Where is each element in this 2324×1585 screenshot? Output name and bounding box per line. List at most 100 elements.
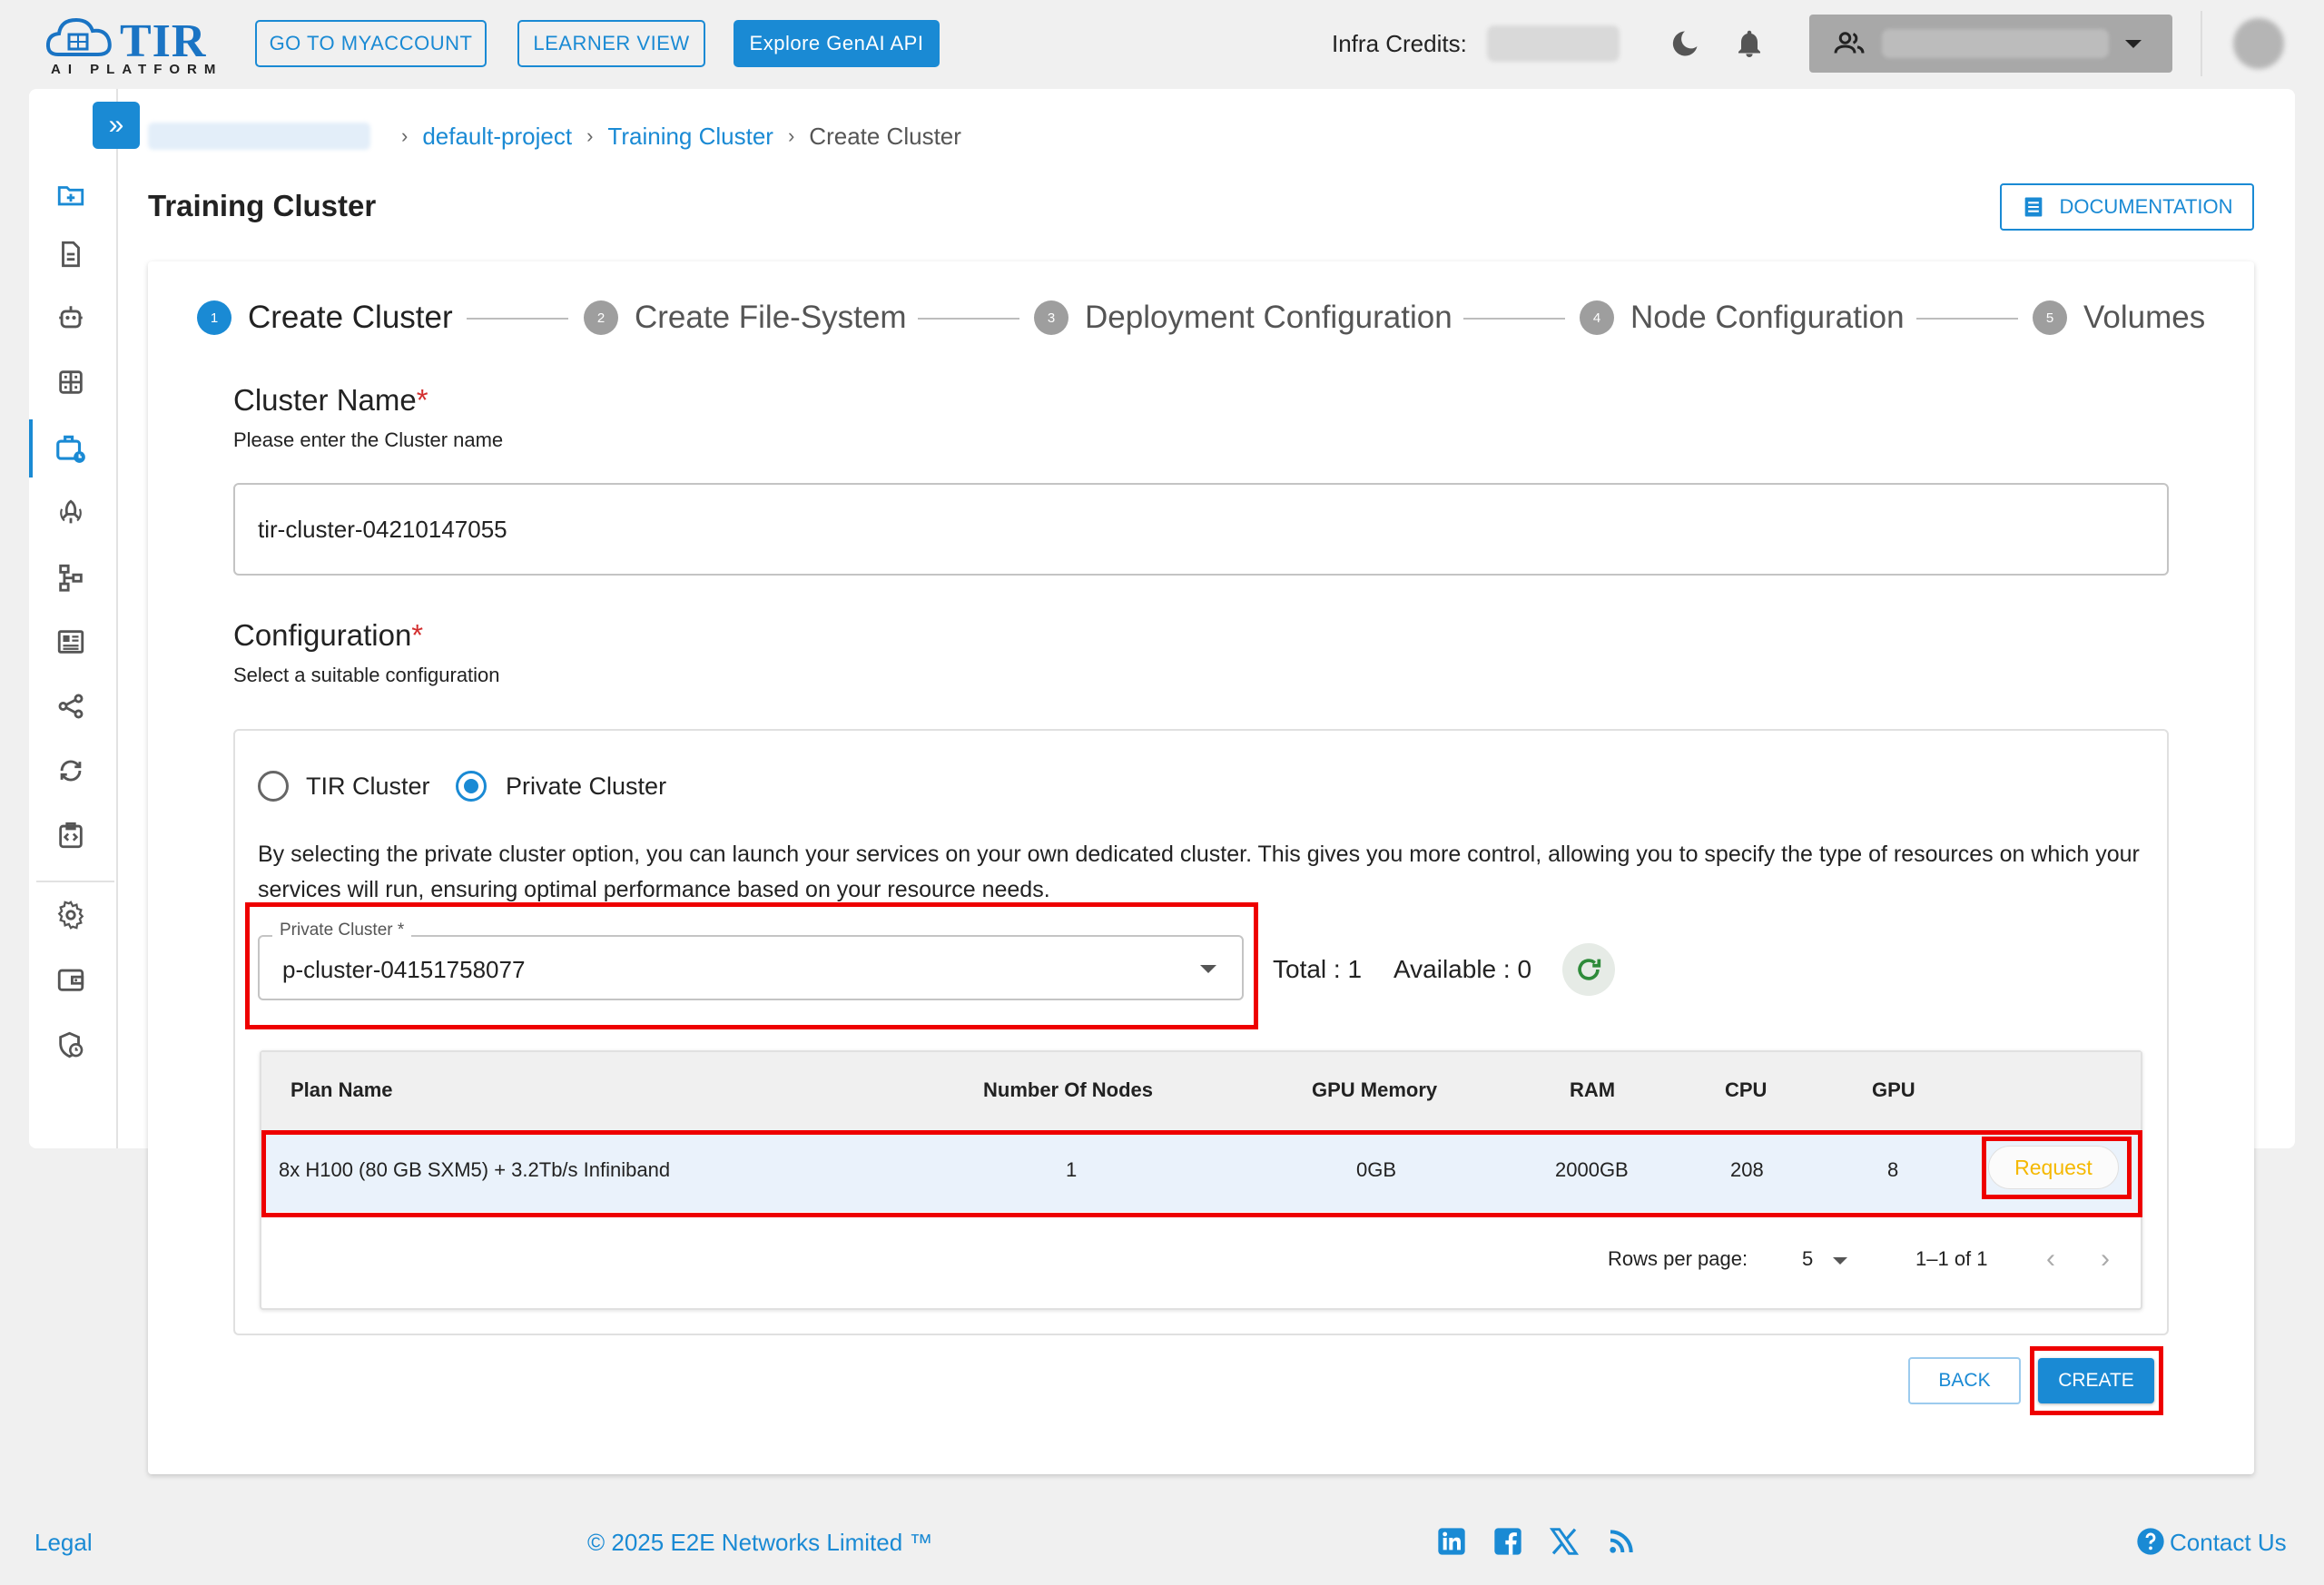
user-menu[interactable] <box>1809 15 2172 73</box>
rows-per-page-select[interactable]: 5 <box>1802 1247 1813 1271</box>
header-divider <box>2201 11 2202 76</box>
code-clipboard-icon[interactable] <box>53 817 89 853</box>
rocket-icon[interactable] <box>53 495 89 531</box>
breadcrumb-default-project[interactable]: default-project <box>422 123 572 151</box>
documentation-label: DOCUMENTATION <box>2059 195 2233 218</box>
hierarchy-icon[interactable] <box>53 559 89 596</box>
document-list-icon <box>2025 197 2043 217</box>
users-icon <box>1834 32 1865 54</box>
robot-icon[interactable] <box>53 300 89 336</box>
wallet-icon[interactable] <box>53 961 89 998</box>
tir-logo[interactable]: TIR AI PLATFORM <box>45 13 218 78</box>
rss-icon[interactable] <box>1607 1527 1636 1556</box>
folder-plus-icon[interactable] <box>53 177 89 213</box>
infra-credits-value <box>1487 25 1620 62</box>
breadcrumb: › default-project › Training Cluster › C… <box>148 122 961 151</box>
moon-icon[interactable] <box>1669 27 1701 60</box>
required-mark: * <box>411 618 424 652</box>
configuration-title: Configuration* <box>233 618 423 653</box>
next-page-icon[interactable]: › <box>2101 1244 2110 1275</box>
document-icon[interactable] <box>53 236 89 272</box>
step-number: 3 <box>1034 300 1068 335</box>
private-cluster-description: By selecting the private cluster option,… <box>258 842 2140 902</box>
step-connector <box>467 318 568 320</box>
breadcrumb-root[interactable] <box>148 123 370 150</box>
help-circle-icon[interactable] <box>2136 1527 2165 1556</box>
tir-cluster-radio[interactable] <box>258 771 289 802</box>
step-node-configuration: 4 Node Configuration <box>1580 296 1905 340</box>
highlight-create-button <box>2030 1346 2163 1415</box>
breadcrumb-training-cluster[interactable]: Training Cluster <box>607 123 773 151</box>
breadcrumb-create-cluster: Create Cluster <box>809 122 961 150</box>
bell-icon[interactable] <box>1733 27 1766 60</box>
column-header-number-of-nodes: Number Of Nodes <box>983 1078 1154 1101</box>
breadcrumb-separator: › <box>401 124 409 147</box>
cluster-icon[interactable] <box>53 430 89 467</box>
cluster-name-input[interactable]: tir-cluster-04210147055 <box>233 483 2169 576</box>
sync-icon[interactable] <box>53 753 89 789</box>
infra-credits-label: Infra Credits: <box>1332 30 1467 57</box>
column-header-cpu: CPU <box>1725 1078 1768 1101</box>
column-header-gpu-memory: GPU Memory <box>1312 1078 1438 1101</box>
pagination-range: 1–1 of 1 <box>1915 1247 1988 1270</box>
dashboard-icon[interactable] <box>53 624 89 660</box>
cluster-name-subtitle: Please enter the Cluster name <box>233 428 504 451</box>
refresh-button[interactable] <box>1562 943 1615 996</box>
documentation-button[interactable]: DOCUMENTATION <box>2000 183 2254 231</box>
column-header-plan-name: Plan Name <box>290 1078 393 1101</box>
step-deployment-configuration: 3 Deployment Configuration <box>1034 296 1452 340</box>
refresh-icon <box>1578 959 1601 980</box>
total-count: Total : 1 <box>1273 955 1363 983</box>
logo-text: TIR <box>120 15 207 67</box>
legal-link[interactable]: Legal <box>34 1529 93 1557</box>
contact-us-link[interactable]: Contact Us <box>2170 1529 2287 1557</box>
share-icon[interactable] <box>53 688 89 724</box>
step-number: 4 <box>1580 300 1614 335</box>
gear-icon[interactable] <box>53 897 89 933</box>
step-label: Volumes <box>2083 300 2206 335</box>
step-create-file-system: 2 Create File-System <box>584 296 907 340</box>
chevron-down-icon[interactable] <box>1833 1257 1847 1265</box>
step-create-cluster: 1 Create Cluster <box>197 296 453 340</box>
highlight-request-button <box>1982 1137 2132 1199</box>
configuration-subtitle: Select a suitable configuration <box>233 664 500 686</box>
avatar[interactable] <box>2233 18 2284 69</box>
tir-cluster-label[interactable]: TIR Cluster <box>306 773 430 801</box>
required-mark: * <box>416 383 428 417</box>
explore-genai-api-button[interactable]: Explore GenAI API <box>734 20 940 67</box>
go-to-myaccount-button[interactable]: GO TO MYACCOUNT <box>255 20 487 67</box>
chevron-down-icon <box>2125 40 2142 48</box>
private-cluster-label[interactable]: Private Cluster <box>506 773 666 801</box>
step-label: Create Cluster <box>248 300 453 335</box>
linkedin-icon[interactable] <box>1437 1527 1466 1556</box>
table-header <box>261 1052 2141 1130</box>
available-count: Available : 0 <box>1393 955 1532 983</box>
logo-subtitle: AI PLATFORM <box>51 62 223 77</box>
highlight-plan-row <box>261 1130 2142 1217</box>
cloud-logo-icon <box>45 17 112 56</box>
copyright-text: © 2025 E2E Networks Limited ™ <box>587 1529 933 1556</box>
step-number: 5 <box>2033 300 2067 335</box>
step-connector <box>1916 318 2018 320</box>
x-icon[interactable] <box>1550 1527 1579 1556</box>
back-button[interactable]: BACK <box>1908 1357 2021 1404</box>
step-label: Create File-System <box>635 300 907 335</box>
learner-view-button[interactable]: LEARNER VIEW <box>517 20 705 67</box>
step-label: Node Configuration <box>1630 300 1905 335</box>
facebook-icon[interactable] <box>1493 1527 1522 1556</box>
footer <box>0 1507 2324 1585</box>
private-cluster-radio[interactable] <box>456 771 487 802</box>
breadcrumb-separator: › <box>787 124 795 147</box>
sidebar-active-indicator <box>29 419 33 477</box>
shield-clock-icon[interactable] <box>53 1027 89 1063</box>
column-header-ram: RAM <box>1570 1078 1616 1101</box>
sidebar-toggle-button[interactable]: » <box>93 102 140 149</box>
rows-per-page-label: Rows per page: <box>1608 1247 1748 1270</box>
step-number: 2 <box>584 300 618 335</box>
step-connector <box>918 318 1019 320</box>
prev-page-icon[interactable]: ‹ <box>2046 1244 2055 1275</box>
grid-icon[interactable] <box>53 364 89 400</box>
configuration-title-text: Configuration <box>233 618 412 652</box>
column-header-gpu: GPU <box>1872 1078 1915 1101</box>
cluster-name-title: Cluster Name* <box>233 383 428 418</box>
